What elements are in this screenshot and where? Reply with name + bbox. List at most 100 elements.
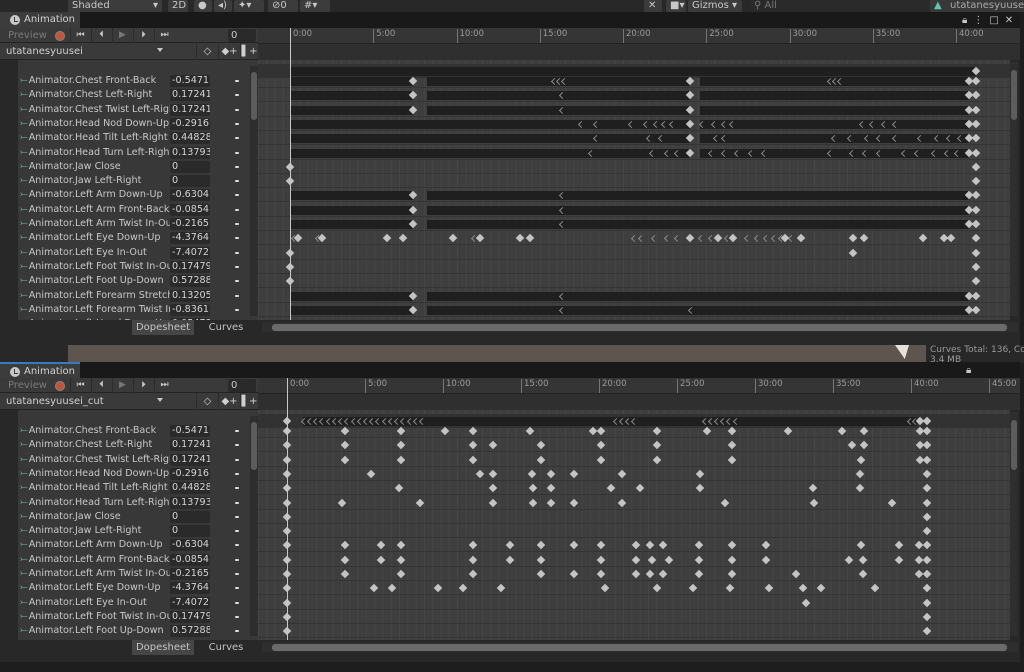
- keyframe-dot-icon[interactable]: [235, 151, 239, 154]
- add-keyframe-icon[interactable]: ◆+: [218, 43, 240, 60]
- keyframe[interactable]: [971, 262, 981, 272]
- dopesheet-area[interactable]: [258, 410, 1010, 640]
- property-value-field[interactable]: -0.2165: [170, 568, 210, 580]
- property-row[interactable]: ⤚Animator.Left Foot Twist In-Out 0.17479: [18, 610, 250, 624]
- property-row[interactable]: ⤚Animator.Left Eye In-Out -7.4072: [18, 246, 250, 260]
- keyframe-track[interactable]: [258, 481, 1010, 496]
- keyframe[interactable]: [468, 569, 477, 579]
- playhead[interactable]: [287, 378, 288, 640]
- keyframe[interactable]: [505, 541, 515, 550]
- keyframe[interactable]: [396, 441, 406, 450]
- keyframe[interactable]: [396, 426, 406, 436]
- property-value-field[interactable]: -0.6304: [170, 539, 210, 552]
- timeline-horizontal-scrollbar[interactable]: [262, 642, 1018, 652]
- keyframe[interactable]: [340, 569, 349, 579]
- keyframe-dot-icon[interactable]: [235, 444, 239, 447]
- property-row[interactable]: ⤚Animator.Chest Twist Left-Right 0.17241: [18, 103, 250, 117]
- keyframe[interactable]: [761, 541, 771, 550]
- keyframe[interactable]: [646, 569, 655, 579]
- frame-input[interactable]: 0: [228, 379, 256, 392]
- keyframe-dot-icon[interactable]: [235, 615, 239, 618]
- keyframe-track[interactable]: [258, 624, 1010, 639]
- keyframe[interactable]: [468, 541, 477, 550]
- keyframe[interactable]: [658, 541, 668, 550]
- keyframe-dot-icon[interactable]: [235, 165, 239, 168]
- keyframe[interactable]: [468, 426, 477, 436]
- keyframe[interactable]: [600, 584, 610, 593]
- keyframe[interactable]: [922, 598, 931, 607]
- property-row[interactable]: ⤚Animator.Head Turn Left-Right 0.13793: [18, 496, 250, 510]
- property-row[interactable]: ⤚Animator.Jaw Close 0: [18, 510, 250, 524]
- keyframe[interactable]: [569, 469, 579, 479]
- keyframe[interactable]: [607, 483, 616, 493]
- keyframe[interactable]: [727, 555, 736, 564]
- close-icon[interactable]: ✕: [1005, 15, 1019, 26]
- keyframe-track[interactable]: [258, 260, 1010, 274]
- keyframe-dot-icon[interactable]: [235, 573, 239, 575]
- property-row[interactable]: ⤚Animator.Head Tilt Left-Right 0.44828: [18, 131, 250, 145]
- keyframe-dot-icon[interactable]: [235, 515, 239, 518]
- property-value-field[interactable]: 0.13793: [170, 146, 210, 159]
- keyframe[interactable]: [488, 483, 498, 493]
- keyframe[interactable]: [596, 455, 605, 464]
- property-row[interactable]: ⤚Animator.Chest Twist Left-Right 0.17241: [18, 453, 250, 467]
- property-value-field[interactable]: -0.5471: [170, 425, 210, 437]
- property-value-field[interactable]: 0.17241: [170, 453, 210, 466]
- keyframe-dot-icon[interactable]: [235, 251, 239, 254]
- keyframe-track[interactable]: [258, 317, 1010, 320]
- keyframe-dot-icon[interactable]: [235, 501, 239, 504]
- keyframe[interactable]: [376, 555, 385, 564]
- keyframe[interactable]: [664, 555, 674, 564]
- keyframe-dot-icon[interactable]: [235, 122, 239, 125]
- keyframe[interactable]: [727, 541, 736, 550]
- keyframe[interactable]: [971, 105, 981, 114]
- clip-dropdown[interactable]: utatanesyuusei_cut: [6, 393, 104, 410]
- keyframe[interactable]: [888, 498, 897, 507]
- keyframe-dot-icon[interactable]: [235, 458, 239, 461]
- keyframe[interactable]: [488, 441, 498, 450]
- keyframe[interactable]: [914, 541, 924, 550]
- keyframe[interactable]: [922, 512, 931, 522]
- keyframe-track[interactable]: [258, 231, 1010, 246]
- keyframe[interactable]: [596, 541, 605, 550]
- keyframe[interactable]: [448, 234, 458, 243]
- gizmos-dropdown[interactable]: Gizmos ▾: [688, 0, 742, 12]
- keyframe[interactable]: [376, 541, 385, 550]
- keyframe-dot-icon[interactable]: [235, 208, 239, 211]
- keyframe-track[interactable]: [258, 74, 1010, 88]
- keyframe-track[interactable]: [258, 246, 1010, 260]
- 2d-toggle[interactable]: 2D: [168, 0, 188, 12]
- keyframe[interactable]: [618, 498, 627, 507]
- keyframe[interactable]: [922, 612, 931, 622]
- keyframe[interactable]: [725, 584, 735, 593]
- keyframe-dot-icon[interactable]: [235, 308, 239, 311]
- keyframe-track[interactable]: [258, 289, 1010, 303]
- keyframe[interactable]: [856, 541, 866, 550]
- property-value-field[interactable]: -4.3764: [170, 582, 210, 595]
- keyframe-track[interactable]: [258, 303, 1010, 317]
- keyframe[interactable]: [694, 569, 704, 579]
- keyframe[interactable]: [922, 426, 931, 436]
- keyframe[interactable]: [515, 234, 525, 243]
- keyframe[interactable]: [340, 426, 349, 436]
- animation-tab[interactable]: Animation: [0, 12, 80, 28]
- property-row[interactable]: ⤚Animator.Chest Front-Back -0.5471: [18, 424, 250, 438]
- keyframe[interactable]: [618, 469, 627, 479]
- keyframe[interactable]: [971, 305, 981, 315]
- keyframe-track[interactable]: [258, 424, 1010, 438]
- keyframe[interactable]: [713, 234, 723, 243]
- play-button[interactable]: ▶: [112, 28, 132, 43]
- keyframe[interactable]: [537, 441, 546, 450]
- property-row[interactable]: ⤚Animator.Left Foot Up-Down 0.57288: [18, 624, 250, 638]
- property-value-field[interactable]: 0.17241: [170, 103, 210, 116]
- property-row[interactable]: ⤚Animator.Head Tilt Left-Right 0.44828: [18, 481, 250, 495]
- property-row[interactable]: ⤚Animator.Left Arm Twist In-Out -0.2165: [18, 217, 250, 231]
- keyframe[interactable]: [922, 555, 931, 564]
- add-event-icon[interactable]: ▌+: [240, 393, 258, 410]
- last-key-button[interactable]: ⏭: [154, 378, 174, 393]
- property-value-field[interactable]: 0.17241: [170, 439, 210, 452]
- keyframe-dot-icon[interactable]: [235, 630, 239, 633]
- property-row[interactable]: ⤚Animator.Head Nod Down-Up -0.2916: [18, 117, 250, 131]
- keyframe[interactable]: [596, 555, 605, 564]
- keyframe-track[interactable]: [258, 467, 1010, 481]
